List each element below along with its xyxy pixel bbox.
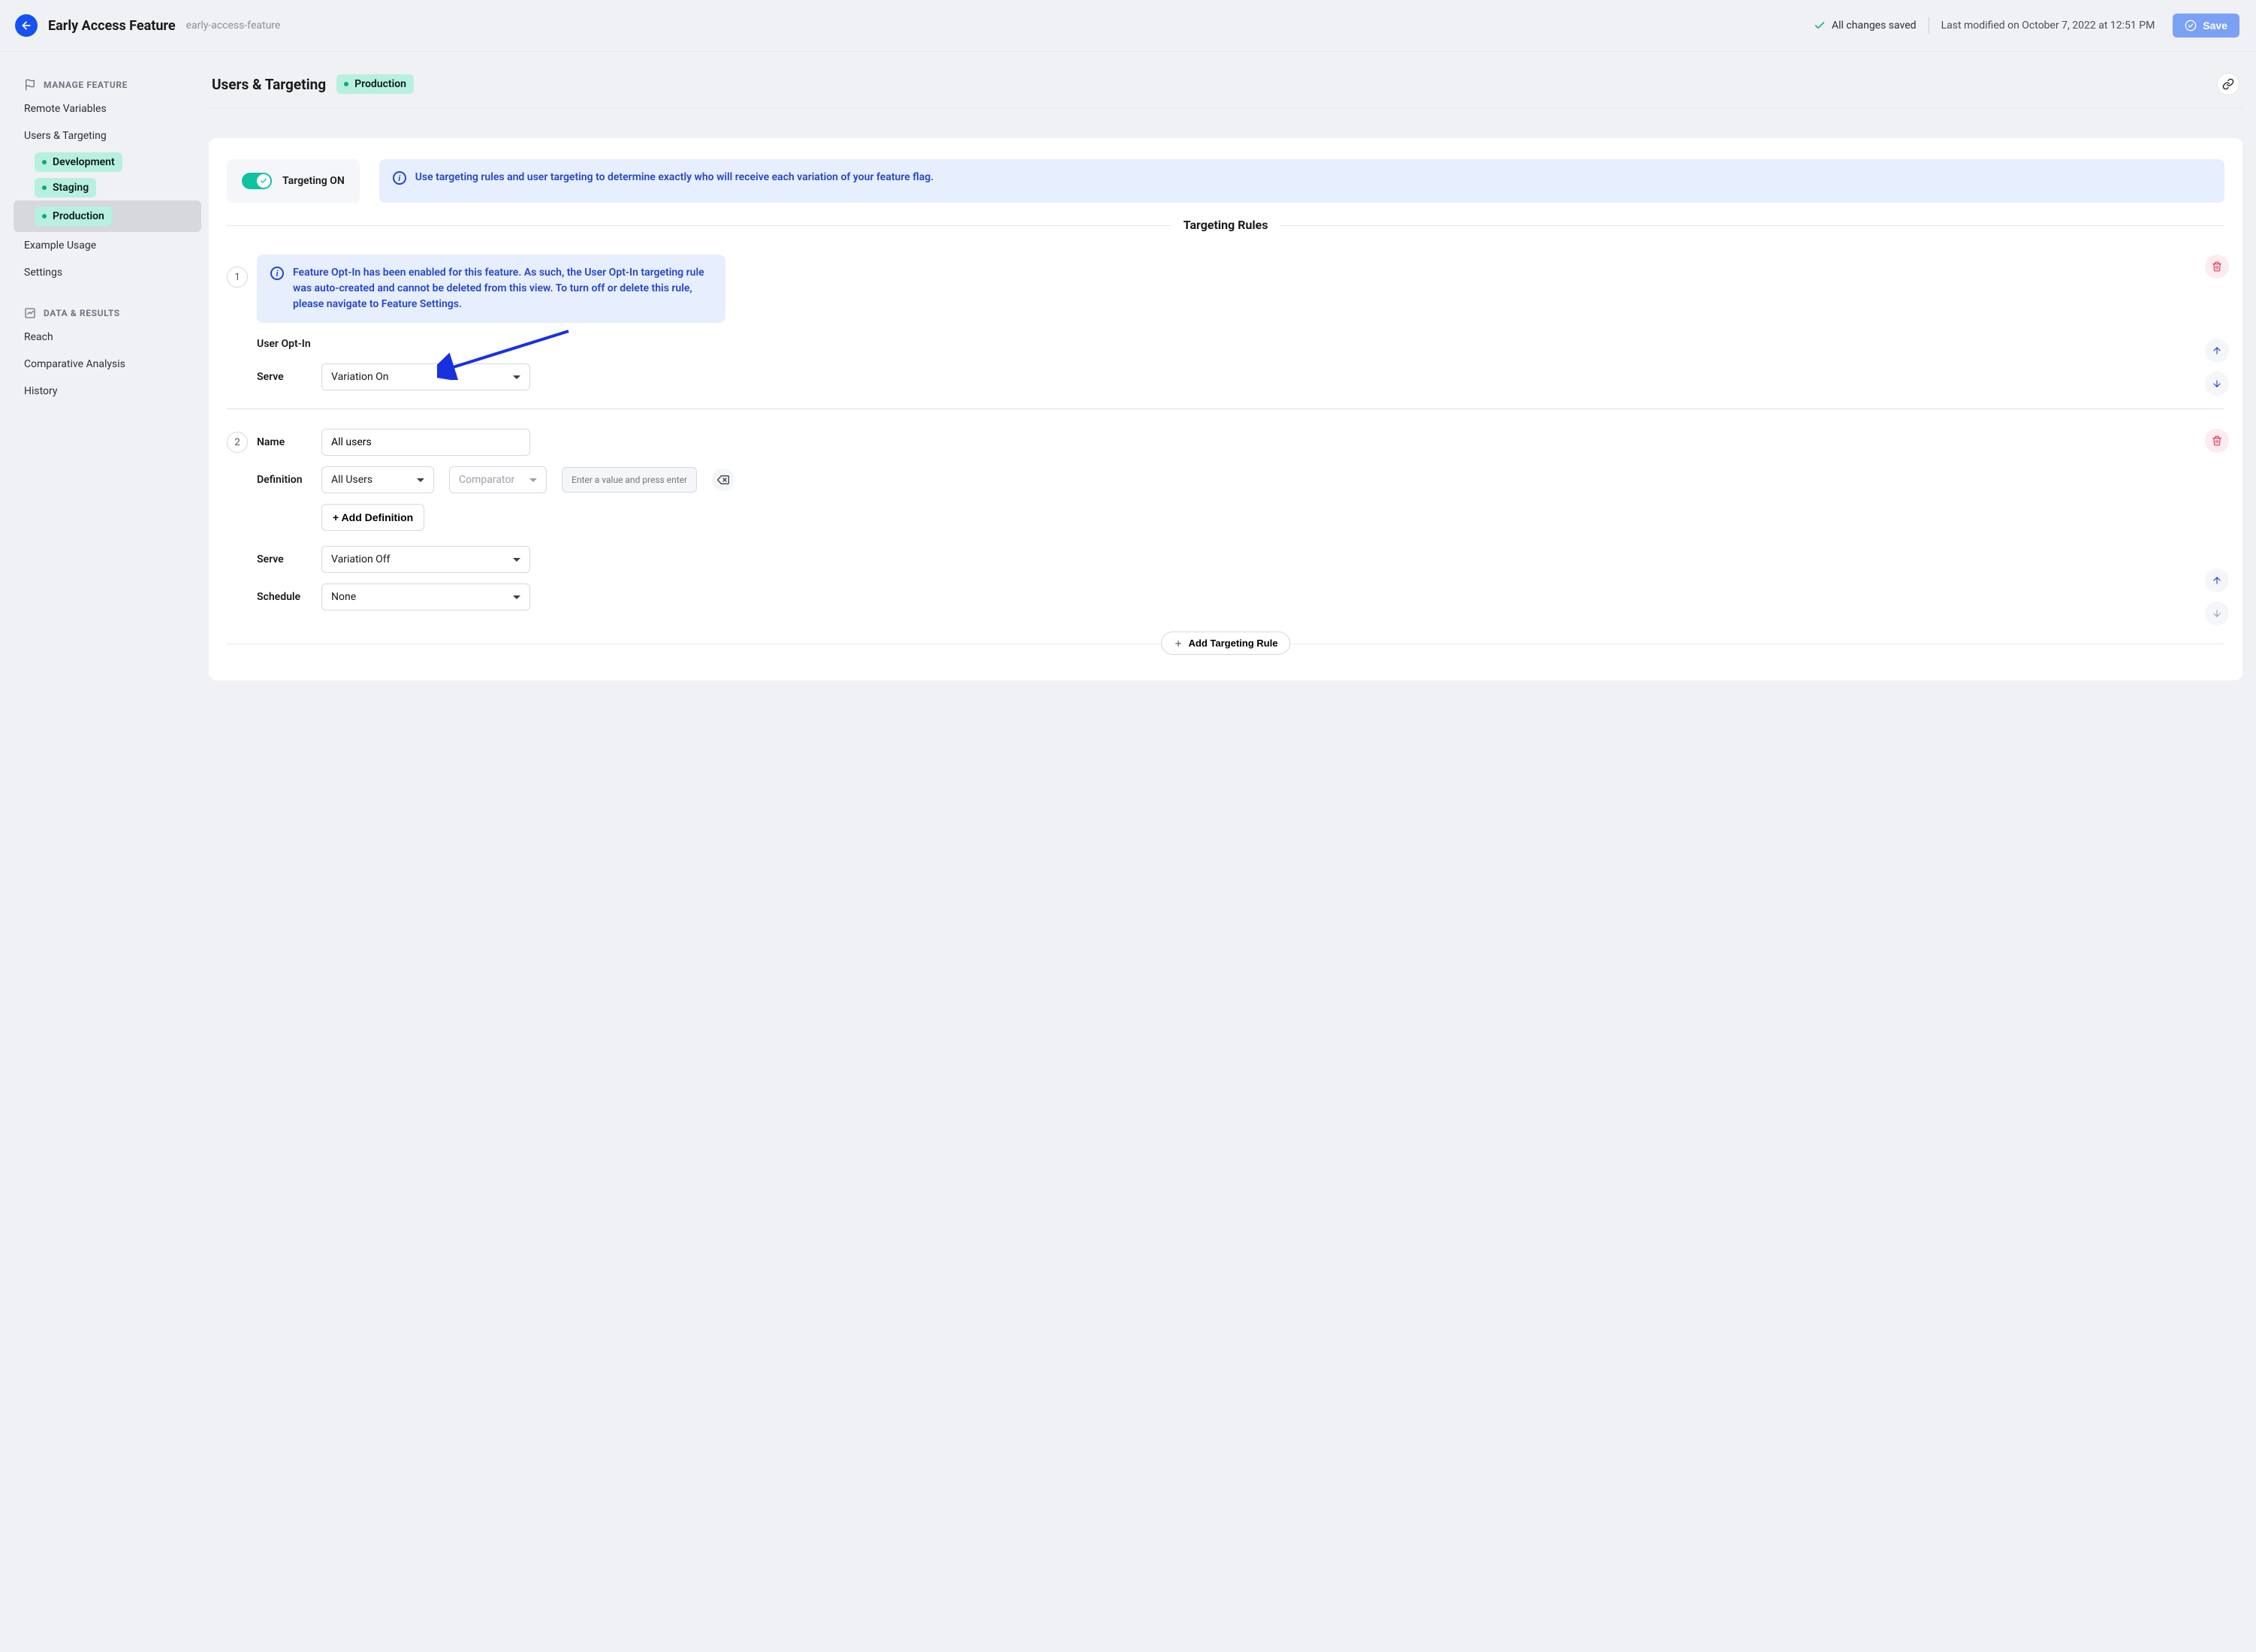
rule-1: 1 i Feature Opt-In has been enabled for … [227,255,2224,390]
arrow-down-icon [2212,378,2222,389]
arrow-left-icon [20,20,32,32]
definition-filter-value: All Users [331,474,372,486]
name-input[interactable] [321,429,530,456]
serve-select[interactable]: Variation Off [321,546,530,573]
targeting-toggle[interactable] [242,173,272,189]
move-up-button[interactable] [2205,568,2229,592]
content-header: Users & Targeting Production [209,73,2242,108]
check-circle-icon [2185,20,2197,32]
chevron-down-icon [513,595,520,599]
trash-icon [2212,261,2222,272]
sidebar-item-users-targeting[interactable]: Users & Targeting [14,122,201,149]
sidebar-env-development[interactable]: Development [14,149,201,175]
back-button[interactable] [15,14,38,37]
move-down-button[interactable] [2205,372,2229,396]
feature-slug: early-access-feature [186,20,281,32]
name-label: Name [257,436,303,448]
schedule-label: Schedule [257,591,303,603]
plus-icon [1174,639,1183,648]
flag-icon [24,79,36,91]
sidebar: Manage Feature Remote Variables Users & … [14,73,201,405]
content: Users & Targeting Production Targe [209,73,2242,680]
delete-rule-button[interactable] [2205,255,2229,279]
env-badge: Production [336,74,414,94]
add-definition-button[interactable]: + Add Definition [321,504,424,531]
last-modified: Last modified on October 7, 2022 at 12:5… [1941,20,2155,32]
banner-message: Use targeting rules and user targeting t… [415,170,933,185]
feature-title: Early Access Feature [48,18,176,34]
sidebar-item-reach[interactable]: Reach [14,324,201,351]
sidebar-item-comparative[interactable]: Comparative Analysis [14,351,201,378]
serve-label: Serve [257,371,303,383]
serve-value: Variation On [331,371,389,383]
optin-banner: i Feature Opt-In has been enabled for th… [257,255,725,323]
move-up-button[interactable] [2205,339,2229,363]
link-icon [2222,78,2234,90]
schedule-value: None [331,591,356,603]
rules-divider: Targeting Rules [227,218,2224,232]
sidebar-header-data: Data & Results [14,303,201,324]
check-icon [1814,20,1826,32]
arrow-down-icon [2212,608,2222,619]
sidebar-item-history[interactable]: History [14,378,201,405]
chevron-down-icon [417,478,424,482]
rule-number: 2 [227,432,248,453]
serve-label: Serve [257,553,303,565]
targeting-card: Targeting ON i Use targeting rules and u… [209,138,2242,680]
sidebar-header-manage: Manage Feature [14,74,201,95]
definition-label: Definition [257,474,303,486]
rule-number: 1 [227,267,248,288]
sidebar-env-staging[interactable]: Staging [14,175,201,200]
saved-text: All changes saved [1832,20,1917,32]
delete-rule-button[interactable] [2205,429,2229,453]
optin-message: Feature Opt-In has been enabled for this… [293,265,712,312]
comparator-select[interactable]: Comparator [449,466,547,493]
definition-filter-select[interactable]: All Users [321,466,434,493]
chevron-down-icon [513,375,520,379]
copy-link-button[interactable] [2217,73,2239,95]
rules-header: Targeting Rules [1172,218,1280,232]
chevron-down-icon [529,478,537,482]
sidebar-item-remote-variables[interactable]: Remote Variables [14,95,201,122]
chevron-down-icon [513,558,520,562]
serve-value: Variation Off [331,553,391,565]
info-icon: i [393,171,406,185]
chart-icon [24,307,36,319]
name-input-field[interactable] [331,436,520,448]
trash-icon [2212,436,2222,446]
sidebar-env-production[interactable]: Production [14,200,201,232]
rule-divider [227,408,2224,409]
value-input-field [572,475,687,485]
clear-definition-button[interactable] [712,469,734,491]
info-icon: i [270,267,284,280]
topbar: Early Access Feature early-access-featur… [0,0,2256,52]
add-definition-label: + Add Definition [333,511,413,523]
save-label: Save [2203,20,2227,32]
rule-title: User Opt-In [257,338,2224,350]
sidebar-item-settings[interactable]: Settings [14,259,201,286]
move-down-button[interactable] [2205,601,2229,626]
targeting-toggle-label: Targeting ON [282,175,345,187]
arrow-up-icon [2212,575,2222,586]
schedule-select[interactable]: None [321,583,530,610]
arrow-up-icon [2212,345,2222,356]
serve-select[interactable]: Variation On [321,363,530,390]
save-button[interactable]: Save [2173,14,2239,38]
targeting-toggle-box: Targeting ON [227,159,360,203]
sidebar-item-example-usage[interactable]: Example Usage [14,232,201,259]
targeting-info-banner: i Use targeting rules and user targeting… [379,159,2224,203]
backspace-icon [717,474,729,486]
page-title: Users & Targeting [212,76,326,93]
add-rule-label: Add Targeting Rule [1189,638,1278,649]
value-input [562,467,697,493]
comparator-placeholder: Comparator [459,474,514,486]
add-rule-row: Add Targeting Rule [227,632,2224,655]
saved-indicator: All changes saved [1814,20,1917,32]
rule-2: 2 Name Definition All Use [227,429,2224,610]
add-targeting-rule-button[interactable]: Add Targeting Rule [1161,632,1291,655]
